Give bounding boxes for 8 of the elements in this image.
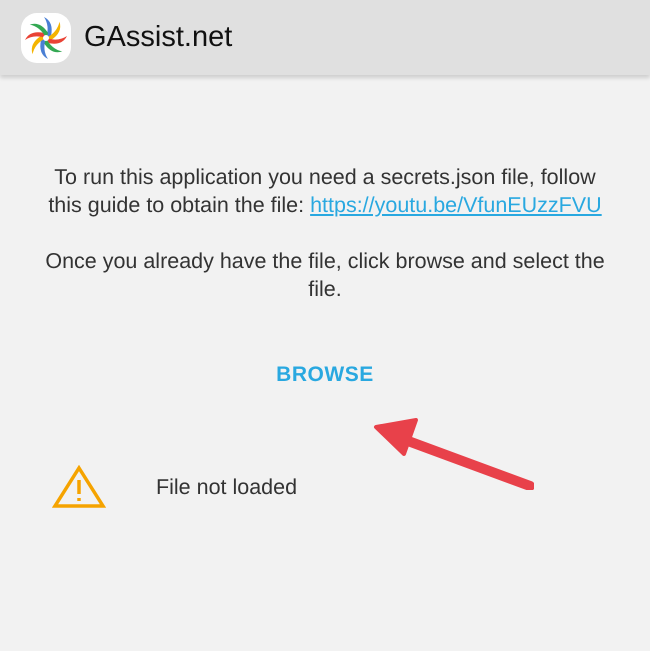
hint-text: Once you already have the file, click browse and select the file.	[44, 248, 606, 303]
warning-icon	[52, 465, 106, 509]
status-text: File not loaded	[156, 474, 298, 501]
app-title: GAssist.net	[84, 20, 232, 55]
guide-link[interactable]: https://youtu.be/VfunEUzzFVU	[310, 193, 602, 217]
browse-button[interactable]: BROWSE	[264, 357, 386, 393]
app-logo-icon	[20, 12, 72, 64]
instructions-text: To run this application you need a secrets.json file, follow this guide to obtain the file: https://youtu.be/VfunEUzzFVU	[47, 164, 603, 219]
